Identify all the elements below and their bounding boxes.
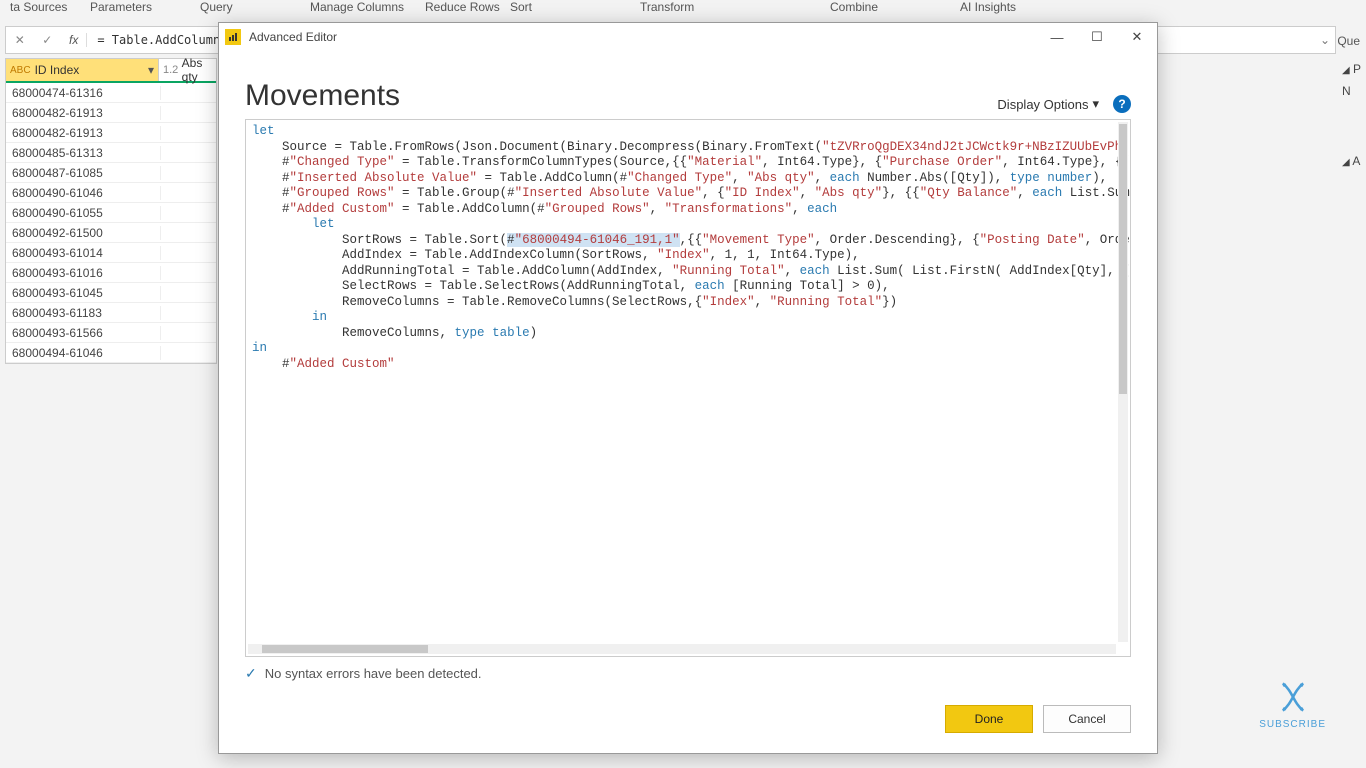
syntax-status-text: No syntax errors have been detected. xyxy=(265,666,482,681)
maximize-button[interactable]: ☐ xyxy=(1077,23,1117,51)
ribbon-group-parameters: Parameters xyxy=(90,0,152,14)
table-row[interactable]: 68000493-61014 xyxy=(6,243,216,263)
chevron-down-icon: ▾ xyxy=(1092,96,1099,112)
table-row[interactable]: 68000474-61316 xyxy=(6,83,216,103)
cancel-formula-icon[interactable]: ✕ xyxy=(15,33,25,47)
collapse-arrow-icon[interactable]: ◢ xyxy=(1342,65,1350,76)
ribbon-group-query: Query xyxy=(200,0,233,14)
code-editor[interactable]: let Source = Table.FromRows(Json.Documen… xyxy=(245,119,1131,657)
ribbon-group-ai-insights: AI Insights xyxy=(960,0,1016,14)
help-button[interactable]: ? xyxy=(1113,95,1131,113)
name-label: N xyxy=(1336,80,1366,102)
formula-text[interactable]: = Table.AddColumn(# xyxy=(87,33,234,47)
display-options-dropdown[interactable]: Display Options ▾ xyxy=(997,96,1099,112)
table-row[interactable]: 68000487-61085 xyxy=(6,163,216,183)
table-row[interactable]: 68000485-61313 xyxy=(6,143,216,163)
scrollbar-thumb[interactable] xyxy=(262,645,428,653)
data-preview-table: ABC ID Index ▾ 1.2 Abs qty 68000474-6131… xyxy=(5,58,217,364)
queries-pane-label: Que xyxy=(1337,34,1360,48)
column-header-label: ID Index xyxy=(35,63,80,77)
properties-section-label: P xyxy=(1353,62,1361,76)
applied-steps-label: A xyxy=(1352,154,1360,168)
advanced-editor-dialog: Advanced Editor — ☐ ✕ Movements Display … xyxy=(218,22,1158,754)
code-content[interactable]: let Source = Table.FromRows(Json.Documen… xyxy=(246,120,1130,376)
dialog-titlebar[interactable]: Advanced Editor — ☐ ✕ xyxy=(219,23,1157,51)
display-options-label: Display Options xyxy=(997,97,1088,112)
table-row[interactable]: 68000493-61016 xyxy=(6,263,216,283)
dna-icon xyxy=(1276,680,1310,714)
cancel-button[interactable]: Cancel xyxy=(1043,705,1131,733)
scrollbar-thumb[interactable] xyxy=(1119,124,1127,394)
ribbon-group-transform: Transform xyxy=(640,0,694,14)
close-button[interactable]: ✕ xyxy=(1117,23,1157,51)
column-header-id-index[interactable]: ABC ID Index ▾ xyxy=(6,59,159,81)
commit-formula-icon[interactable]: ✓ xyxy=(42,33,52,47)
column-header-abs-qty[interactable]: 1.2 Abs qty xyxy=(159,59,216,81)
table-row[interactable]: 68000492-61500 xyxy=(6,223,216,243)
table-row[interactable]: 68000493-61183 xyxy=(6,303,216,323)
column-filter-icon[interactable]: ▾ xyxy=(148,63,154,77)
ribbon-group-combine: Combine xyxy=(830,0,878,14)
ribbon-group-sort: Sort xyxy=(510,0,532,14)
table-row[interactable]: 68000494-61046 xyxy=(6,343,216,363)
query-name-heading: Movements xyxy=(245,79,400,113)
dialog-title: Advanced Editor xyxy=(249,30,1037,44)
checkmark-icon: ✓ xyxy=(245,665,257,682)
table-row[interactable]: 68000490-61046 xyxy=(6,183,216,203)
column-header-label: Abs qty xyxy=(182,56,216,84)
collapse-arrow-icon[interactable]: ◢ xyxy=(1342,157,1350,168)
minimize-button[interactable]: — xyxy=(1037,23,1077,51)
table-row[interactable]: 68000493-61566 xyxy=(6,323,216,343)
fx-label: fx xyxy=(61,33,87,47)
ribbon-group-labels: ta Sources Parameters Query Manage Colum… xyxy=(0,0,1366,18)
decimal-type-icon: 1.2 xyxy=(163,64,178,76)
ribbon-group-reduce-rows: Reduce Rows xyxy=(425,0,500,14)
done-button[interactable]: Done xyxy=(945,705,1033,733)
table-row[interactable]: 68000482-61913 xyxy=(6,103,216,123)
powerbi-icon xyxy=(225,29,241,45)
table-row[interactable]: 68000482-61913 xyxy=(6,123,216,143)
formula-dropdown-icon[interactable]: ⌄ xyxy=(1320,33,1330,47)
ribbon-group-manage-columns: Manage Columns xyxy=(310,0,404,14)
table-row[interactable]: 68000490-61055 xyxy=(6,203,216,223)
subscribe-watermark: SUBSCRIBE xyxy=(1259,680,1326,730)
ribbon-group-data-sources: ta Sources xyxy=(10,0,67,14)
vertical-scrollbar[interactable] xyxy=(1118,122,1128,642)
syntax-status: ✓ No syntax errors have been detected. xyxy=(245,665,1131,682)
table-row[interactable]: 68000493-61045 xyxy=(6,283,216,303)
subscribe-text: SUBSCRIBE xyxy=(1259,719,1326,730)
horizontal-scrollbar[interactable] xyxy=(248,644,1116,654)
text-type-icon: ABC xyxy=(10,65,31,76)
query-settings-panel: ◢ P N ◢ A xyxy=(1336,58,1366,758)
